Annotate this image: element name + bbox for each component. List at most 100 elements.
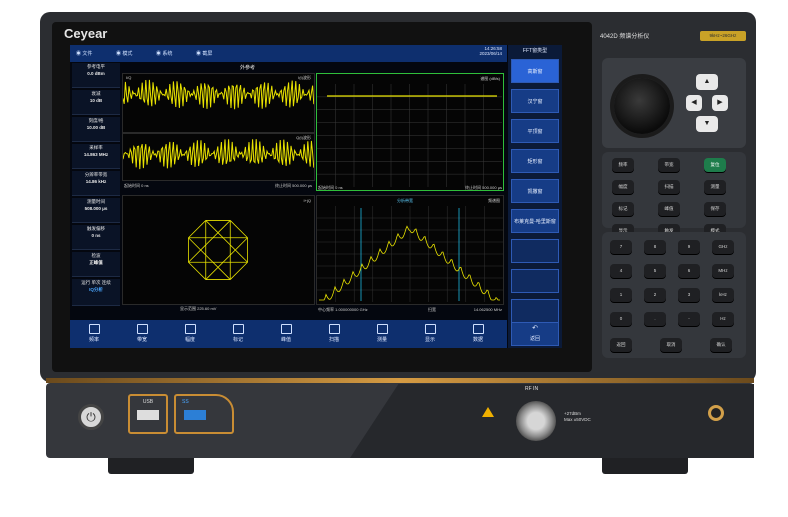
softkey-3[interactable]: 矩形窗 [511,149,559,173]
param-value: 14.86 kHz [85,179,107,184]
softkey-2[interactable]: 平顶窗 [511,119,559,143]
param-value: 14.863 MHz [83,152,109,157]
arrow-right-key[interactable]: ▶ [712,95,728,111]
i-trace [123,79,314,110]
foot-right [602,458,688,474]
constellation-line [188,220,207,239]
function-key-2[interactable]: 复位 [704,158,726,172]
model-label: 4042D 频谱分析仪 [600,34,650,40]
param-5[interactable]: 测量时间 508.000 μs [72,198,120,223]
param-3[interactable]: 采样率 14.863 MHz [72,144,120,169]
numeric-key-6[interactable]: 6 [678,264,700,278]
numeric-key-4[interactable]: 4 [610,264,632,278]
function-key-8[interactable]: 保存 [704,202,726,216]
function-key-3[interactable]: 幅度 [612,180,634,194]
toolbar-4[interactable]: 峰值 [266,324,306,343]
constellation-panel: I+jQ [122,195,315,305]
numeric-key-5[interactable]: 5 [644,264,666,278]
panel-title: 外参考 [240,65,256,71]
menu-bar: ◉ 文件 ◉ 模式 ◉ 系统 ◉ 截屏 [70,45,507,62]
param-6[interactable]: 触发偏移 0 ns [72,225,120,250]
toolbar-7[interactable]: 显示 [410,324,450,343]
toolbar-icon [424,324,436,334]
i-trace-panel: I/Q I(t)波形 [122,73,315,133]
numeric-key-0[interactable]: 7 [610,240,632,254]
arrow-up-key[interactable]: ▲ [696,74,718,90]
function-key-0[interactable]: 频率 [612,158,634,172]
numeric-key-13[interactable]: . [644,312,666,326]
arrow-down-key[interactable]: ▼ [696,116,718,132]
softkey-4[interactable]: 凯撒窗 [511,179,559,203]
numeric-key-7[interactable]: MHz [712,264,734,278]
toolbar-3[interactable]: 标记 [218,324,258,343]
toolbar-6[interactable]: 测量 [362,324,402,343]
rf-input-connector[interactable] [516,401,556,441]
arrow-left-key[interactable]: ◀ [686,95,702,111]
softkey-0[interactable]: 高斯窗 [511,59,559,83]
numeric-key-9[interactable]: 2 [644,288,666,302]
softkey-7[interactable] [511,269,559,293]
rotary-knob[interactable] [614,78,670,134]
softkey-5[interactable]: 布莱克曼-哈里斯窗 [511,209,559,233]
toolbar-2[interactable]: 幅度 [170,324,210,343]
function-key-1[interactable]: 带宽 [658,158,680,172]
numeric-key-2[interactable]: 9 [678,240,700,254]
numeric-key-14[interactable]: - [678,312,700,326]
numeric-key-8[interactable]: 1 [610,288,632,302]
toolbar-icon [280,324,292,334]
bottom-key-0[interactable]: 返回 [610,338,632,352]
toolbar-icon [376,324,388,334]
usb-port-ss[interactable]: SS [174,394,234,434]
function-key-6[interactable]: 标记 [612,202,634,216]
param-0[interactable]: 参考电平 0.0 dBm [72,63,120,88]
rf-in-label: RF IN [525,386,539,392]
usb-port-a[interactable]: USB [128,394,168,434]
param-value: 0 ns [91,233,101,238]
numeric-key-3[interactable]: GHz [712,240,734,254]
numeric-key-15[interactable]: Hz [712,312,734,326]
toolbar-0[interactable]: 频率 [74,324,114,343]
constellation-line [188,261,207,280]
foot-left [108,458,194,474]
toolbar-icon [472,324,484,334]
function-key-4[interactable]: 扫描 [658,180,680,194]
param-7[interactable]: 检波 正峰值 [72,252,120,277]
menu-file[interactable]: ◉ 文件 [76,50,92,57]
param-label: 参考电平 [87,64,105,69]
toolbar-icon [136,324,148,334]
ground-terminal[interactable] [708,405,724,421]
menu-system[interactable]: ◉ 系统 [156,50,172,57]
softkey-6[interactable] [511,239,559,263]
power-icon: ⏻ [86,410,96,424]
warning-icon [482,407,494,417]
toolbar-icon [184,324,196,334]
menu-mode[interactable]: ◉ 模式 [116,50,132,57]
parameter-panel: 参考电平 0.0 dBm 衰减 10 dB 刻度/格 10.00 dB 采样率 14.863 … [72,63,120,313]
param-1[interactable]: 衰减 10 dB [72,90,120,115]
function-key-7[interactable]: 峰值 [658,202,680,216]
softkey-8[interactable] [511,299,559,323]
param-4[interactable]: 分辨率带宽 14.86 kHz [72,171,120,196]
toolbar-8[interactable]: 数据 [458,324,498,343]
function-key-5[interactable]: 测量 [704,180,726,194]
numeric-key-10[interactable]: 3 [678,288,700,302]
toolbar-5[interactable]: 扫描 [314,324,354,343]
menu-screenshot[interactable]: ◉ 截屏 [196,50,212,57]
numeric-key-11[interactable]: kHz [712,288,734,302]
bottom-key-2[interactable]: 确认 [710,338,732,352]
status-box: 运行 单次 连续 IQ分析 [72,279,120,306]
spectrogram-panel: 谱图 (dBfs) [316,73,504,191]
numeric-key-1[interactable]: 8 [644,240,666,254]
constellation-diagram [188,220,248,280]
param-value: 10 dB [89,98,103,103]
numeric-key-12[interactable]: 0 [610,312,632,326]
constellation-line [229,261,248,280]
spectrum-trace [317,206,503,302]
power-button[interactable]: ⏻ [78,404,104,430]
bottom-key-1[interactable]: 取消 [660,338,682,352]
toolbar-1[interactable]: 带宽 [122,324,162,343]
back-softkey[interactable]: ↶ 返回 [511,322,559,346]
param-2[interactable]: 刻度/格 10.00 dB [72,117,120,142]
spectrogram-footer: 起始时间 0 ns 终止时间 500.000 μs [318,185,502,190]
softkey-1[interactable]: 汉宁窗 [511,89,559,113]
